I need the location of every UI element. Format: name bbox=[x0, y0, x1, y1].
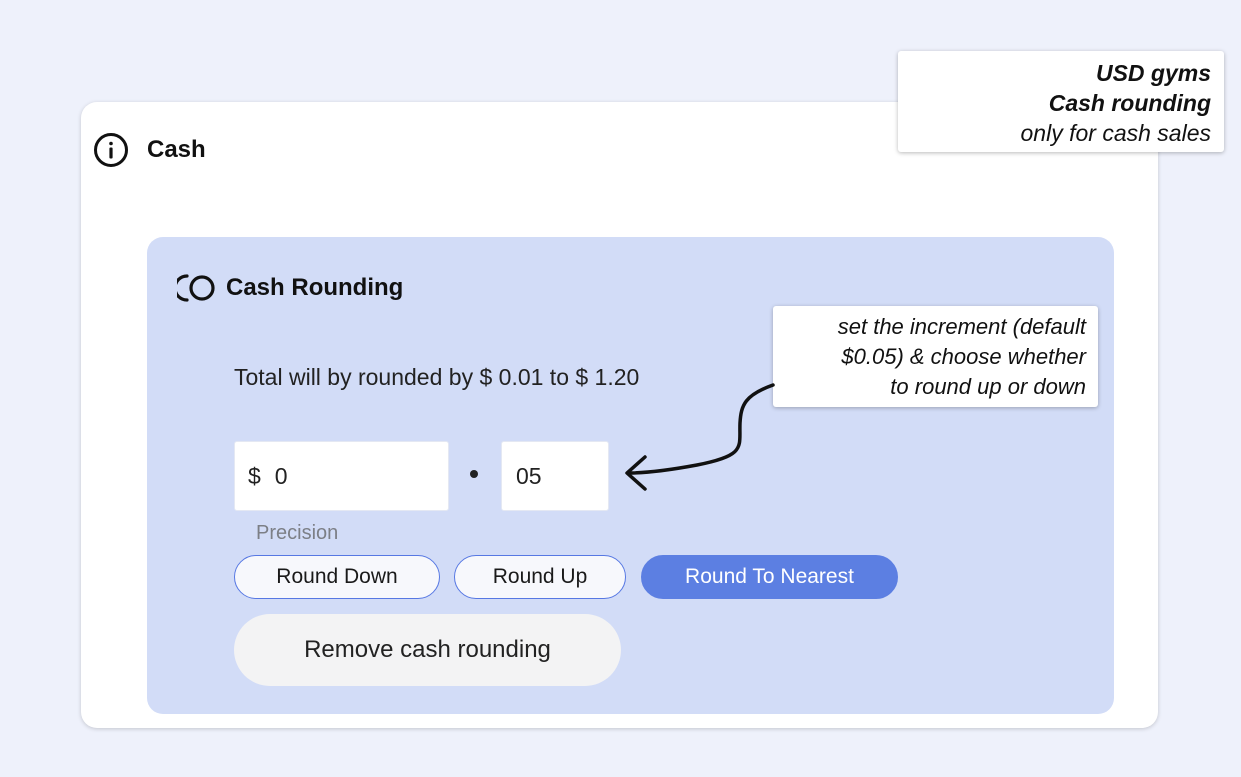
annotation-line: Cash rounding bbox=[1048, 90, 1211, 116]
annotation-line: set the increment (default bbox=[837, 314, 1086, 339]
increment-dollars-field[interactable]: $ 0 bbox=[234, 441, 449, 511]
increment-dollars-value: 0 bbox=[274, 462, 288, 489]
increment-annotation: set the increment (default $0.05) & choo… bbox=[773, 306, 1098, 407]
cash-rounding-icon bbox=[173, 272, 217, 304]
increment-cents-value: 05 bbox=[516, 462, 542, 489]
annotation-arrow-icon bbox=[625, 383, 775, 491]
annotation-line: only for cash sales bbox=[1020, 120, 1211, 146]
rounding-range-text: Total will by rounded by $ 0.01 to $ 1.2… bbox=[234, 364, 640, 390]
decimal-separator bbox=[470, 470, 478, 478]
card-header: Cash bbox=[93, 132, 206, 168]
cash-rounding-title: Cash Rounding bbox=[226, 274, 404, 301]
annotation-line: to round up or down bbox=[890, 374, 1086, 399]
round-to-nearest-button[interactable]: Round To Nearest bbox=[641, 555, 898, 599]
increment-cents-field[interactable]: 05 bbox=[501, 441, 609, 511]
precision-label: Precision bbox=[256, 522, 339, 544]
currency-symbol: $ bbox=[248, 462, 261, 489]
round-down-button[interactable]: Round Down bbox=[234, 555, 440, 599]
usd-gyms-annotation: USD gyms Cash rounding only for cash sal… bbox=[898, 51, 1224, 152]
card-title: Cash bbox=[147, 136, 206, 163]
annotation-line: $0.05) & choose whether bbox=[841, 344, 1086, 369]
remove-cash-rounding-button[interactable]: Remove cash rounding bbox=[234, 614, 621, 686]
round-up-button[interactable]: Round Up bbox=[454, 555, 626, 599]
info-icon[interactable] bbox=[93, 132, 129, 168]
cash-rounding-header: Cash Rounding bbox=[173, 272, 404, 304]
annotation-line: USD gyms bbox=[1095, 60, 1211, 86]
